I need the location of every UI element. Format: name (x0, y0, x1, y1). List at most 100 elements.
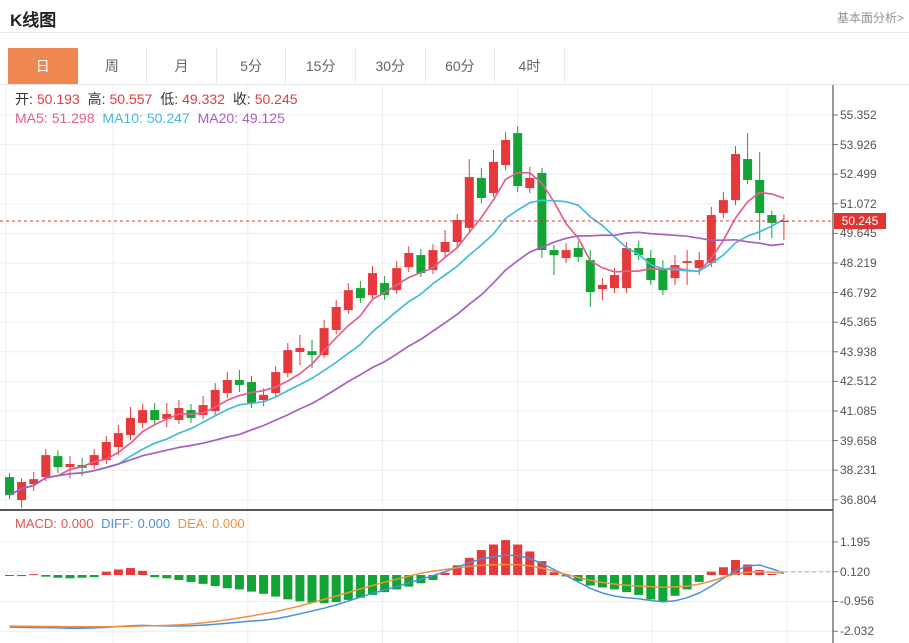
macd-hist-bar (622, 575, 632, 593)
candle-body (295, 348, 305, 352)
candle-body (53, 456, 63, 468)
open-label: 开: (15, 91, 33, 107)
high-label: 高: (87, 91, 106, 107)
macd-hist-bar (89, 575, 99, 578)
macd-hist-bar (271, 575, 281, 597)
candle-body (150, 410, 160, 421)
macd-hist-bar (138, 570, 148, 575)
macd-hist-bar (234, 575, 244, 590)
ma5-label: MA5: (15, 110, 48, 126)
macd-hist-bar (525, 551, 535, 575)
macd-hist-bar (283, 575, 293, 600)
macd-tick-label: -0.956 (840, 594, 875, 609)
candle-body (513, 133, 523, 186)
price-tick-label: 46.792 (840, 285, 877, 300)
macd-hist-bar (476, 550, 486, 575)
candle-body (126, 417, 135, 435)
macd-hist-bar (694, 575, 704, 582)
macd-hist-bar (718, 567, 728, 575)
diff-line (9, 554, 785, 629)
price-tick-label: 42.512 (840, 374, 877, 389)
low-label: 低: (160, 91, 179, 107)
candle-body (65, 463, 75, 468)
candle-body (113, 433, 123, 447)
candle-body (355, 288, 365, 299)
ma20-label: MA20: (197, 110, 239, 126)
macd-hist-bar (247, 575, 256, 592)
ma10-line (9, 199, 785, 496)
macd-label: MACD: (15, 516, 57, 531)
macd-tick-label: -2.032 (840, 624, 875, 639)
candle-body (271, 372, 281, 394)
ma5-value: 51.298 (51, 110, 95, 126)
macd-hist-bar (174, 575, 184, 580)
candle-body (743, 159, 753, 180)
price-tick-label: 41.085 (840, 403, 877, 418)
candle-body (343, 290, 353, 311)
macd-hist-bar (634, 575, 644, 595)
candle-body (489, 161, 498, 194)
macd-tick-label: 1.195 (840, 534, 871, 549)
macd-hist-bar (682, 575, 692, 590)
macd-hist-bar (489, 544, 498, 575)
candle-body (476, 177, 486, 199)
candle-body (331, 306, 341, 330)
macd-hist-bar (77, 575, 87, 578)
macd-hist-bar (513, 544, 523, 575)
candle-body (440, 242, 450, 252)
candle-body (610, 274, 619, 289)
candle-body (525, 177, 535, 189)
price-tick-label: 53.926 (840, 137, 877, 152)
ma10-label: MA10: (102, 110, 143, 126)
macd-hist-bar (307, 575, 317, 603)
macd-hist-bar (113, 569, 123, 575)
macd-tick-label: 0.120 (840, 564, 871, 579)
candle-body (622, 248, 632, 289)
macd-hist-bar (259, 575, 269, 594)
macd-hist-bar (355, 575, 365, 598)
ohlc-quote-row: 开: 50.193 高: 50.557 低: 49.332 收: 50.245 (15, 89, 302, 109)
candle-body (138, 410, 148, 423)
macd-hist-bar (41, 575, 51, 577)
macd-hist-bar (65, 575, 75, 579)
high-value: 50.557 (109, 91, 153, 107)
candle-body (658, 268, 668, 291)
macd-hist-bar (343, 575, 353, 600)
macd-hist-bar (186, 575, 196, 582)
macd-hist-bar (53, 575, 63, 578)
candle-body (464, 177, 474, 228)
candle-body (501, 139, 511, 166)
price-tick-label: 48.219 (840, 255, 877, 270)
ma-legend-row: MA5: 51.298 MA10: 50.247 MA20: 49.125 (15, 110, 289, 126)
macd-hist-bar (501, 540, 511, 575)
candle-body (755, 179, 765, 213)
price-tick-label: 39.658 (840, 433, 877, 448)
close-label: 收: (232, 91, 251, 107)
candle-body (731, 154, 740, 201)
dea-value: 0.000 (212, 516, 245, 531)
candle-body (682, 261, 692, 263)
macd-hist-bar (162, 575, 172, 579)
low-value: 49.332 (182, 91, 225, 107)
candle-body (259, 394, 269, 401)
candle-body (561, 250, 571, 258)
candle-body (549, 250, 559, 256)
macd-hist-bar (5, 575, 14, 576)
candle-body (307, 351, 317, 356)
dea-label: DEA: (177, 516, 209, 531)
macd-hist-bar (670, 575, 680, 596)
open-value: 50.193 (36, 91, 80, 107)
candle-body (222, 379, 232, 394)
candle-body (573, 248, 583, 257)
candle-body (585, 260, 595, 293)
macd-hist-bar (101, 571, 111, 575)
price-tick-label: 36.804 (840, 492, 877, 507)
price-tick-label: 38.231 (840, 463, 877, 478)
candle-body (234, 379, 244, 385)
candle-body (5, 477, 14, 496)
macd-hist-bar (610, 575, 619, 590)
macd-hist-bar (331, 575, 341, 603)
close-value: 50.245 (254, 91, 298, 107)
macd-hist-bar (198, 575, 208, 584)
macd-value: 0.000 (60, 516, 94, 531)
